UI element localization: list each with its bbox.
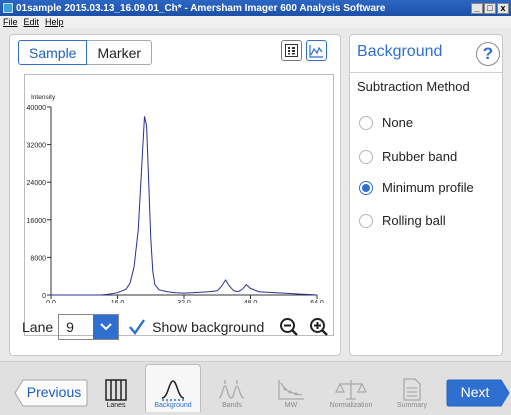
minimize-button[interactable]: _	[471, 2, 483, 14]
lane-controls: Lane 9 Show background	[22, 314, 330, 340]
step-label: Background	[154, 402, 192, 409]
normalization-icon	[335, 380, 367, 400]
tab-marker[interactable]: Marker	[87, 40, 153, 65]
zoom-out-button[interactable]	[278, 316, 300, 338]
x-tick-label: 64.0	[310, 300, 324, 303]
summary-icon	[403, 378, 421, 401]
step-mw[interactable]: MW	[263, 364, 319, 412]
option-rolling-ball[interactable]: Rolling ball	[359, 213, 446, 228]
previous-label: Previous	[27, 384, 81, 400]
chevron-down-icon	[99, 323, 112, 331]
step-lanes[interactable]: Lanes	[88, 364, 144, 412]
option-rubber-band[interactable]: Rubber band	[359, 149, 457, 164]
chart-view-icon	[309, 44, 323, 58]
menu-file[interactable]: File	[3, 17, 18, 27]
x-tick-label: 16.0	[111, 300, 125, 303]
profile-chart: 0 8000 16000 24000 32000 40000 0.0 16.0 32.0 48.0…	[27, 94, 324, 303]
next-button[interactable]: Next	[446, 379, 510, 412]
table-view-button[interactable]	[281, 40, 302, 61]
y-tick-label: 32000	[27, 143, 47, 150]
option-label: Minimum profile	[382, 180, 474, 195]
radio-rolling-ball[interactable]	[359, 213, 373, 228]
next-label: Next	[461, 384, 490, 400]
x-tick-label: 0.0	[46, 300, 56, 303]
previous-button[interactable]: Previous	[14, 379, 88, 412]
title-bar: 01sample 2015.03.13_16.09.01_Ch* - Amers…	[0, 0, 511, 16]
tab-sample[interactable]: Sample	[18, 40, 88, 65]
lane-select[interactable]: 9	[58, 314, 120, 340]
y-tick-label: 24000	[27, 180, 47, 187]
step-summary[interactable]: Summary	[384, 364, 440, 412]
radio-rubber-band[interactable]	[359, 149, 373, 164]
zoom-in-button[interactable]	[308, 316, 330, 338]
x-tick-label: 32.0	[177, 300, 191, 303]
panel-title: Background	[357, 43, 443, 60]
lanes-icon	[105, 379, 127, 401]
step-label: MW	[284, 402, 298, 409]
show-background-label: Show background	[152, 319, 265, 335]
table-view-icon	[285, 44, 298, 57]
background-panel: Background ? Subtraction Method None Rub…	[349, 34, 503, 356]
profile-panel: Sample Marker 08000160002400032000400000…	[9, 34, 341, 356]
x-tick-label: 48.0	[244, 300, 258, 303]
workflow-bar: Previous Lanes Background Bands MW Norma…	[0, 361, 511, 415]
show-background-checkbox[interactable]	[128, 318, 146, 336]
radio-minimum-profile[interactable]	[359, 180, 373, 195]
app-icon	[3, 3, 13, 13]
step-label: Bands	[222, 402, 242, 409]
menu-edit[interactable]: Edit	[24, 17, 40, 27]
chart-view-button[interactable]	[306, 40, 327, 61]
option-none[interactable]: None	[359, 115, 413, 130]
lane-value: 9	[66, 319, 74, 335]
menu-help[interactable]: Help	[45, 17, 64, 27]
step-normalization[interactable]: Normalization	[323, 364, 379, 412]
checkmark-icon	[129, 319, 146, 335]
close-button[interactable]: x	[497, 2, 509, 14]
intensity-plot[interactable]: 0 8000 16000 24000 32000 40000 0.0 16.0 32.0 48.0…	[24, 74, 334, 336]
y-tick-label: 0	[42, 293, 46, 300]
previous-button-shape: Previous	[14, 379, 88, 407]
y-tick-label: 16000	[27, 218, 47, 225]
intensity-series-line	[51, 116, 318, 296]
lane-label: Lane	[22, 319, 54, 335]
y-axis-label: Intensity	[31, 94, 56, 101]
step-label: Normalization	[329, 402, 373, 409]
background-icon	[161, 380, 185, 401]
radio-none[interactable]	[359, 115, 373, 130]
subtraction-method-label: Subtraction Method	[357, 79, 470, 94]
help-button[interactable]: ?	[476, 42, 500, 66]
mw-icon	[278, 380, 304, 400]
option-label: Rolling ball	[382, 213, 446, 228]
zoom-out-icon	[280, 318, 299, 336]
step-background[interactable]: Background	[145, 364, 201, 412]
window-title: 01sample 2015.03.13_16.09.01_Ch* - Amers…	[16, 2, 386, 14]
y-tick-label: 8000	[30, 255, 46, 262]
maximize-button[interactable]: □	[484, 2, 496, 14]
menu-bar: File Edit Help	[0, 16, 511, 28]
step-bands[interactable]: Bands	[204, 364, 260, 412]
sample-marker-tabs: Sample Marker	[18, 40, 153, 65]
option-minimum-profile[interactable]: Minimum profile	[359, 180, 474, 195]
next-button-shape: Next	[446, 379, 510, 407]
step-label: Lanes	[106, 402, 126, 409]
bands-icon	[218, 380, 245, 399]
option-label: None	[382, 115, 414, 130]
step-label: Summary	[397, 402, 427, 409]
divider	[350, 72, 502, 73]
y-tick-label: 40000	[27, 105, 47, 112]
option-label: Rubber band	[382, 149, 458, 164]
zoom-in-icon	[310, 318, 329, 336]
lane-dropdown-button[interactable]	[93, 315, 119, 339]
